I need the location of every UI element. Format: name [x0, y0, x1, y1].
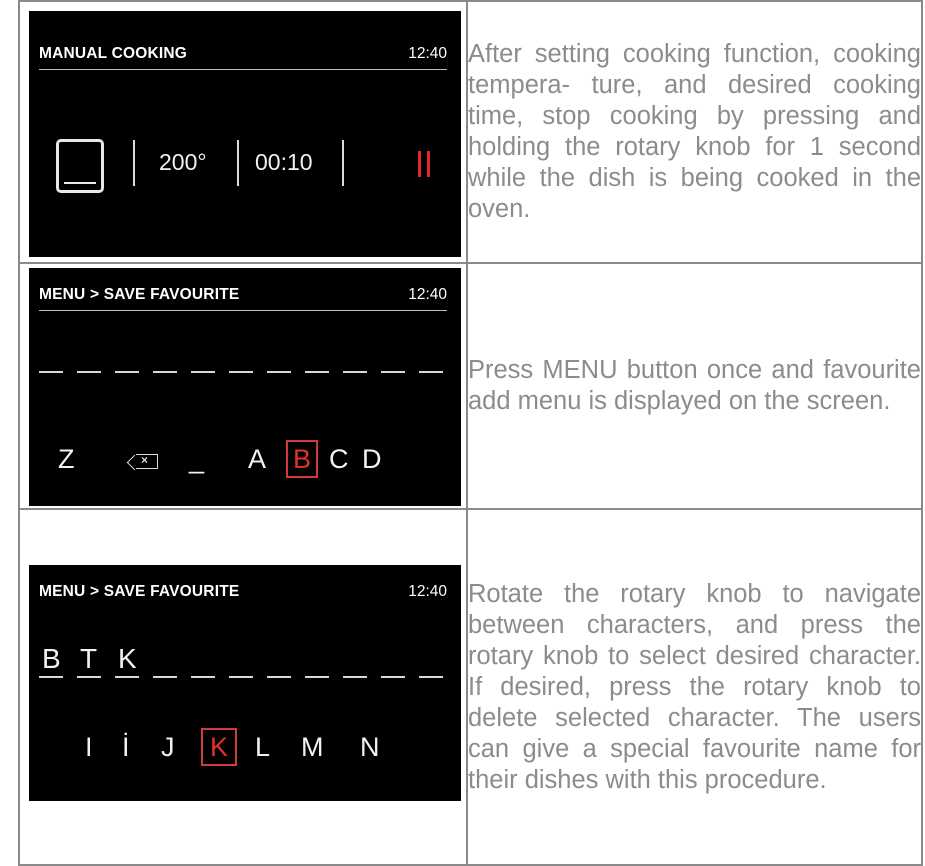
- duration-value: 00:10: [255, 148, 313, 175]
- display-header: MENU > SAVE FAVOURITE 12:40: [39, 286, 447, 311]
- character-option[interactable]: J: [161, 732, 175, 763]
- step-description: Rotate the rotary knob to navigate betwe…: [468, 579, 921, 794]
- pause-icon: [417, 150, 433, 177]
- screen-cell: MENU > SAVE FAVOURITE 12:40 Z × _ A B C …: [18, 262, 468, 510]
- character-selector[interactable]: Z × _ A B C D: [29, 440, 461, 480]
- character-option[interactable]: I: [85, 732, 93, 763]
- oven-display-save-favourite: MENU > SAVE FAVOURITE 12:40 Z × _ A B C …: [29, 268, 461, 506]
- oven-display-name-entry: MENU > SAVE FAVOURITE 12:40 B T K I İ J …: [29, 565, 461, 801]
- header-divider: [39, 68, 447, 70]
- character-option[interactable]: C: [329, 444, 349, 475]
- character-option-selected[interactable]: K: [201, 728, 237, 766]
- instruction-row: MENU > SAVE FAVOURITE 12:40 B T K I İ J …: [18, 508, 923, 866]
- character-option[interactable]: N: [360, 732, 380, 763]
- description-cell: Rotate the rotary knob to navigate betwe…: [466, 508, 923, 866]
- temperature-value: 200°: [159, 148, 207, 175]
- display-title: MANUAL COOKING: [39, 44, 188, 62]
- screen-cell: MANUAL COOKING 12:40 200° 00:10: [18, 0, 468, 264]
- display-clock: 12:40: [408, 583, 447, 600]
- character-option[interactable]: L: [255, 732, 270, 763]
- display-header: MENU > SAVE FAVOURITE 12:40: [39, 583, 447, 605]
- display-title: MENU > SAVE FAVOURITE: [39, 286, 240, 303]
- oven-conventional-icon: [56, 138, 104, 193]
- instruction-table: MANUAL COOKING 12:40 200° 00:10 After se…: [18, 0, 923, 866]
- description-cell: After setting cooking function, cooking …: [466, 0, 923, 264]
- character-option[interactable]: Z: [58, 444, 75, 475]
- step-description: After setting cooking function, cooking …: [468, 40, 921, 223]
- character-option-space[interactable]: _: [189, 444, 204, 475]
- divider: [237, 139, 239, 186]
- divider: [133, 139, 135, 186]
- instruction-row: MANUAL COOKING 12:40 200° 00:10 After se…: [18, 0, 923, 264]
- display-header: MANUAL COOKING 12:40: [39, 44, 447, 70]
- screen-cell: MENU > SAVE FAVOURITE 12:40 B T K I İ J …: [18, 508, 468, 866]
- display-title: MENU > SAVE FAVOURITE: [39, 583, 240, 600]
- character-option[interactable]: M: [301, 732, 324, 763]
- divider: [342, 139, 344, 186]
- character-option[interactable]: D: [362, 444, 382, 475]
- step-description: Press MENU button once and favourite add…: [468, 356, 921, 415]
- entered-character: T: [80, 643, 98, 674]
- description-cell: Press MENU button once and favourite add…: [466, 262, 923, 510]
- character-option[interactable]: A: [248, 444, 266, 475]
- character-selector[interactable]: I İ J K L M N: [29, 728, 461, 768]
- instruction-row: MENU > SAVE FAVOURITE 12:40 Z × _ A B C …: [18, 262, 923, 510]
- character-option[interactable]: İ: [122, 732, 130, 763]
- character-option-selected[interactable]: B: [286, 440, 318, 478]
- entered-character: B: [42, 643, 61, 674]
- backspace-icon[interactable]: ×: [136, 453, 158, 469]
- header-divider: [39, 310, 447, 311]
- display-clock: 12:40: [408, 286, 447, 303]
- oven-display-manual-cooking: MANUAL COOKING 12:40 200° 00:10: [29, 10, 461, 257]
- display-clock: 12:40: [408, 44, 447, 62]
- entered-character: K: [118, 643, 137, 674]
